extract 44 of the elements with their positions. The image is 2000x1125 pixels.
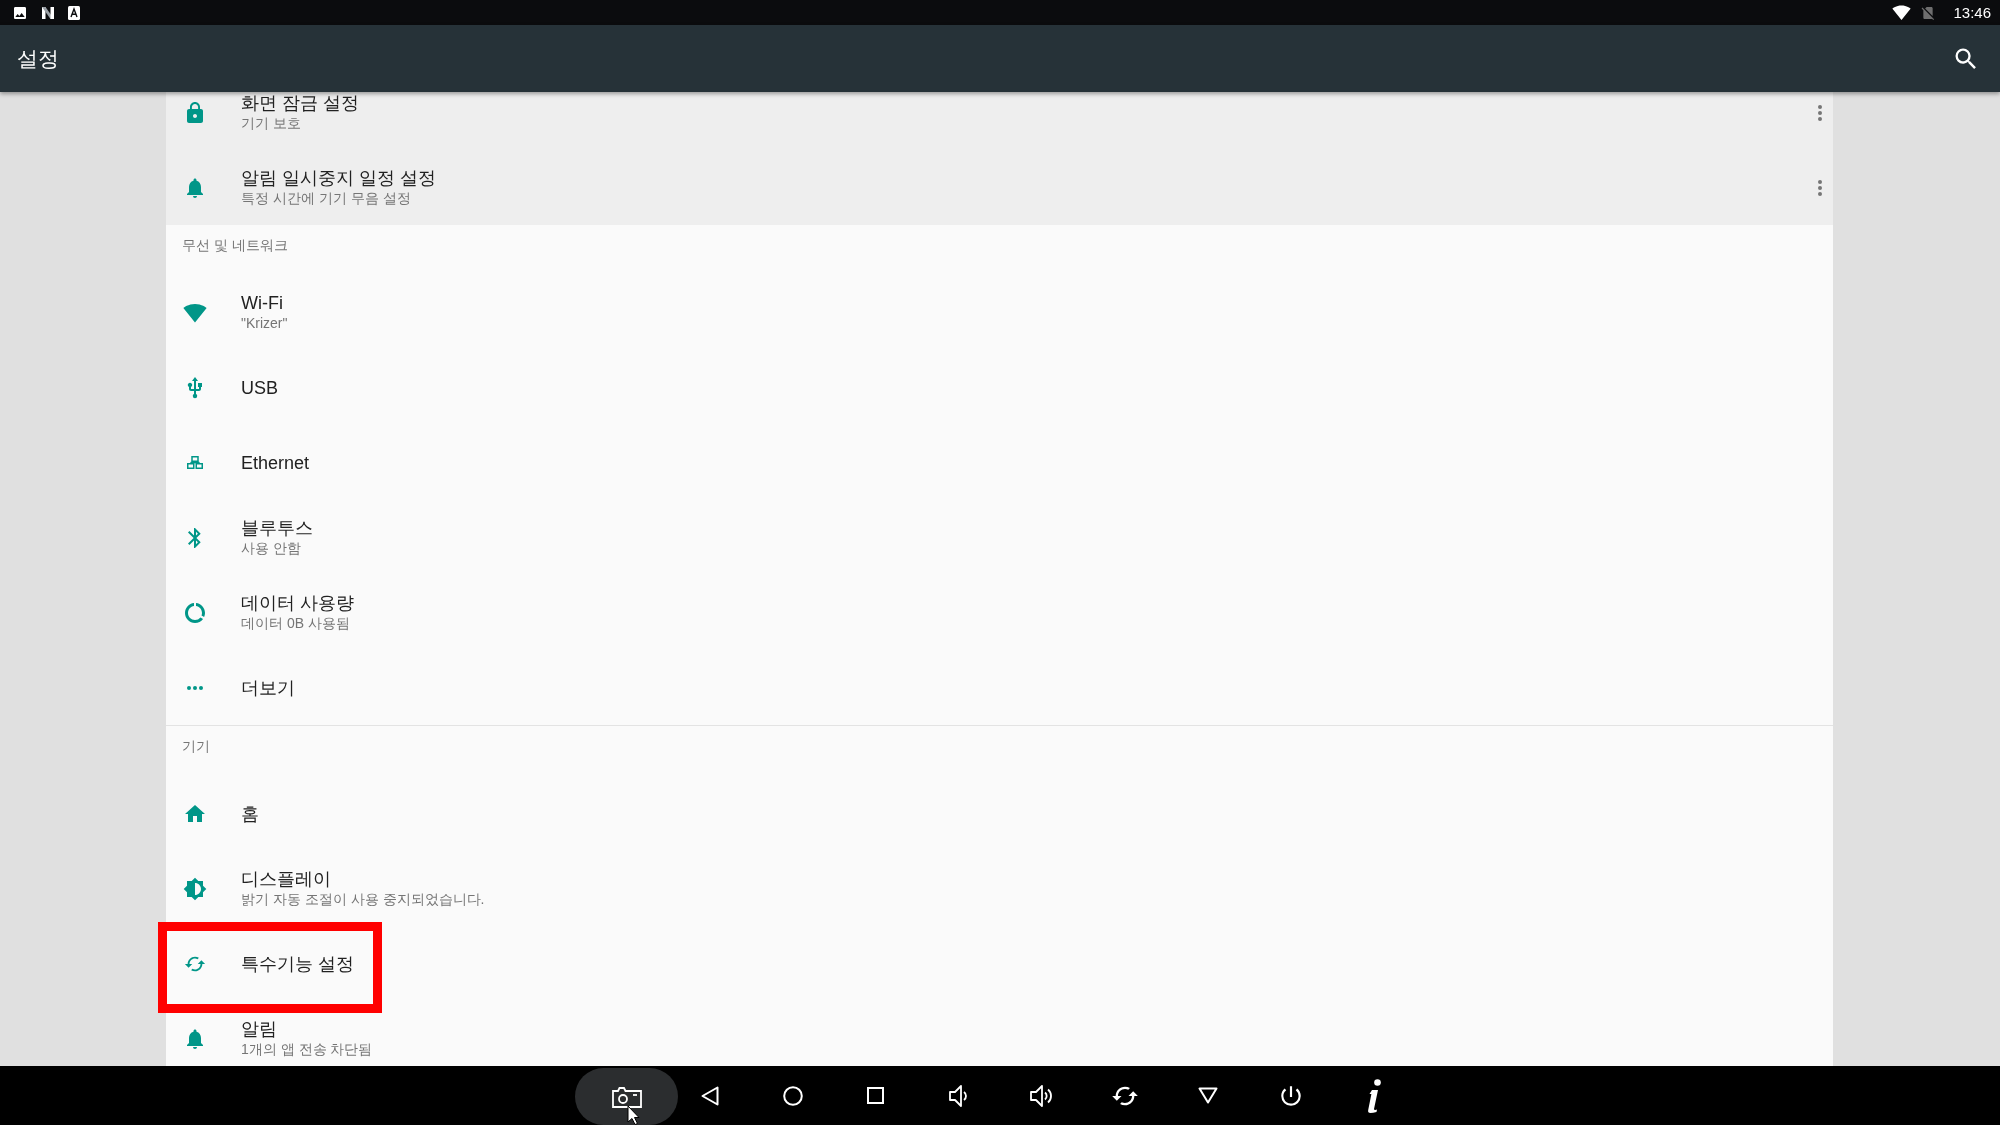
- setting-title[interactable]: 디스플레이: [241, 868, 331, 890]
- image-icon: [12, 4, 28, 21]
- setting-title[interactable]: 블루투스: [241, 517, 313, 539]
- n-logo-icon: [41, 5, 55, 20]
- square-icon: [867, 1087, 884, 1104]
- suggestion-summary: 기기 보호: [241, 114, 301, 133]
- speaker-loud-icon: [1029, 1083, 1054, 1108]
- setting-summary: 사용 안함: [241, 539, 301, 558]
- app-title: 설정: [17, 45, 59, 72]
- suggestion-title[interactable]: 화면 잠금 설정: [241, 92, 359, 114]
- category-header: 무선 및 네트워크: [181, 236, 289, 255]
- suggestion-summary: 특정 시간에 기기 무음 설정: [241, 189, 411, 208]
- setting-summary: "Krizer": [241, 314, 288, 333]
- network-icon: [187, 456, 203, 469]
- info-icon: [1366, 1078, 1381, 1113]
- setting-title[interactable]: USB: [241, 376, 278, 399]
- screenshot-button[interactable]: [575, 1068, 678, 1125]
- circle-icon: [782, 1085, 803, 1106]
- more-vertical-icon: [1818, 104, 1822, 121]
- camera-icon: [611, 1085, 642, 1108]
- setting-title[interactable]: Ethernet: [241, 451, 310, 474]
- no-sim-icon: [1920, 4, 1937, 21]
- clock: 13:46: [1953, 3, 1991, 22]
- setting-title[interactable]: Wi-Fi: [241, 292, 283, 314]
- speaker-low-icon: [948, 1083, 969, 1108]
- tile-icon: [68, 5, 80, 20]
- brightness-icon: [183, 875, 207, 902]
- setting-summary: 데이터 0B 사용됨: [241, 614, 350, 633]
- wifi-icon: [1892, 3, 1912, 22]
- data-usage-icon: [183, 600, 207, 625]
- more-vertical-icon: [1818, 179, 1822, 196]
- more-dots-icon: [187, 685, 203, 690]
- setting-title[interactable]: 알림: [241, 1018, 277, 1040]
- setting-summary: 밝기 자동 조절이 사용 중지되었습니다.: [241, 890, 485, 909]
- mouse-cursor-icon: [627, 1105, 640, 1125]
- setting-summary: 1개의 앱 전송 차단됨: [241, 1040, 373, 1059]
- category-header: 기기: [181, 737, 211, 756]
- suggestion-title[interactable]: 알림 일시중지 일정 설정: [241, 167, 436, 189]
- setting-title[interactable]: 홈: [241, 802, 259, 825]
- down-triangle-icon: [1197, 1087, 1218, 1104]
- setting-title[interactable]: 특수기능 설정: [241, 952, 354, 975]
- setting-title[interactable]: 더보기: [241, 676, 295, 699]
- setting-title[interactable]: 데이터 사용량: [241, 592, 354, 614]
- left-triangle-icon: [700, 1085, 719, 1106]
